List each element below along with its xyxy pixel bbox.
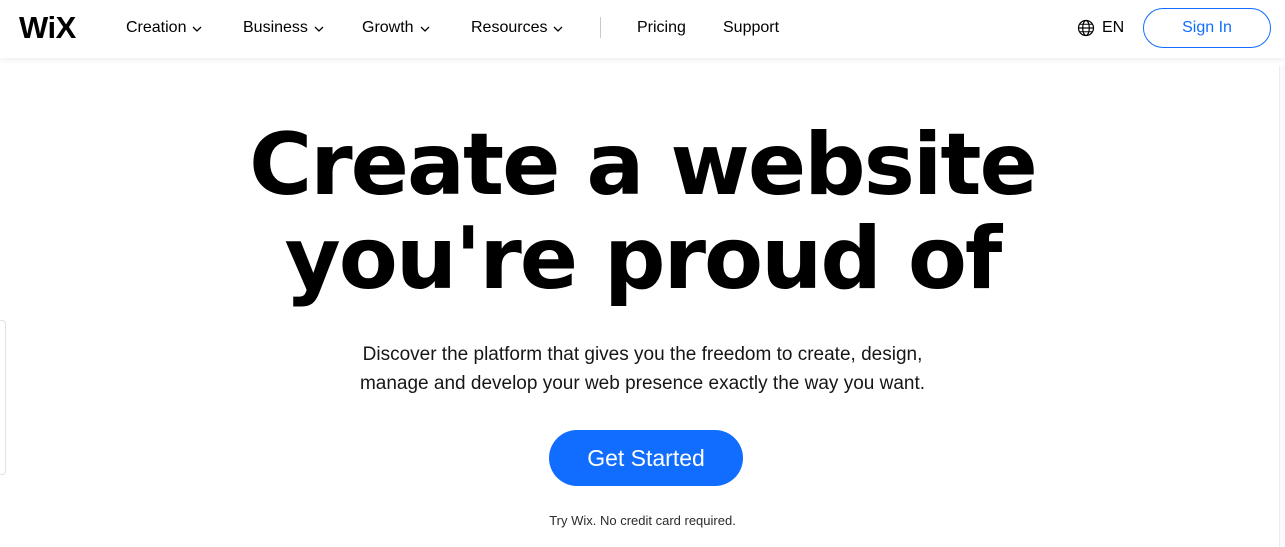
nav-divider — [600, 17, 601, 38]
hero-title-line-1: Create a website — [249, 115, 1038, 215]
nav-item-label: Support — [723, 19, 780, 36]
nav-item-business[interactable]: Business — [243, 19, 325, 37]
language-label: EN — [1102, 19, 1125, 36]
hero-subtitle: Discover the platform that gives you the… — [0, 340, 1285, 398]
chevron-down-icon — [420, 26, 430, 32]
scrollbar[interactable] — [1279, 66, 1285, 547]
nav-item-growth[interactable]: Growth — [362, 19, 431, 37]
side-panel-tab[interactable] — [0, 320, 6, 475]
nav-item-label: Pricing — [637, 19, 686, 36]
globe-icon — [1077, 19, 1095, 37]
nav-item-label: Resources — [471, 19, 548, 36]
chevron-down-icon — [554, 26, 563, 32]
nav-item-label: Creation — [126, 19, 187, 36]
chevron-down-icon — [193, 26, 202, 32]
hero-subtitle-line-1: Discover the platform that gives you the… — [362, 344, 923, 365]
nav-item-support[interactable]: Support — [723, 19, 779, 37]
nav-item-creation[interactable]: Creation — [126, 19, 203, 37]
language-selector[interactable]: EN — [1077, 19, 1124, 37]
nav-item-resources[interactable]: Resources — [471, 19, 564, 37]
hero-subtitle-line-2: manage and develop your web presence exa… — [359, 373, 926, 394]
nav-item-label: Growth — [362, 19, 414, 36]
chevron-down-icon — [314, 26, 324, 32]
top-navigation-bar: WiX Creation Business Growth Resources P… — [0, 0, 1285, 58]
sign-in-button[interactable]: Sign In — [1143, 8, 1271, 48]
nav-item-pricing[interactable]: Pricing — [637, 19, 686, 37]
hero-title: Create a website you're proud of — [0, 118, 1285, 306]
hero-title-line-2: you're proud of — [284, 209, 1003, 309]
no-credit-card-note: Try Wix. No credit card required. — [549, 513, 736, 528]
get-started-button[interactable]: Get Started — [549, 430, 743, 486]
nav-item-label: Business — [243, 19, 308, 36]
